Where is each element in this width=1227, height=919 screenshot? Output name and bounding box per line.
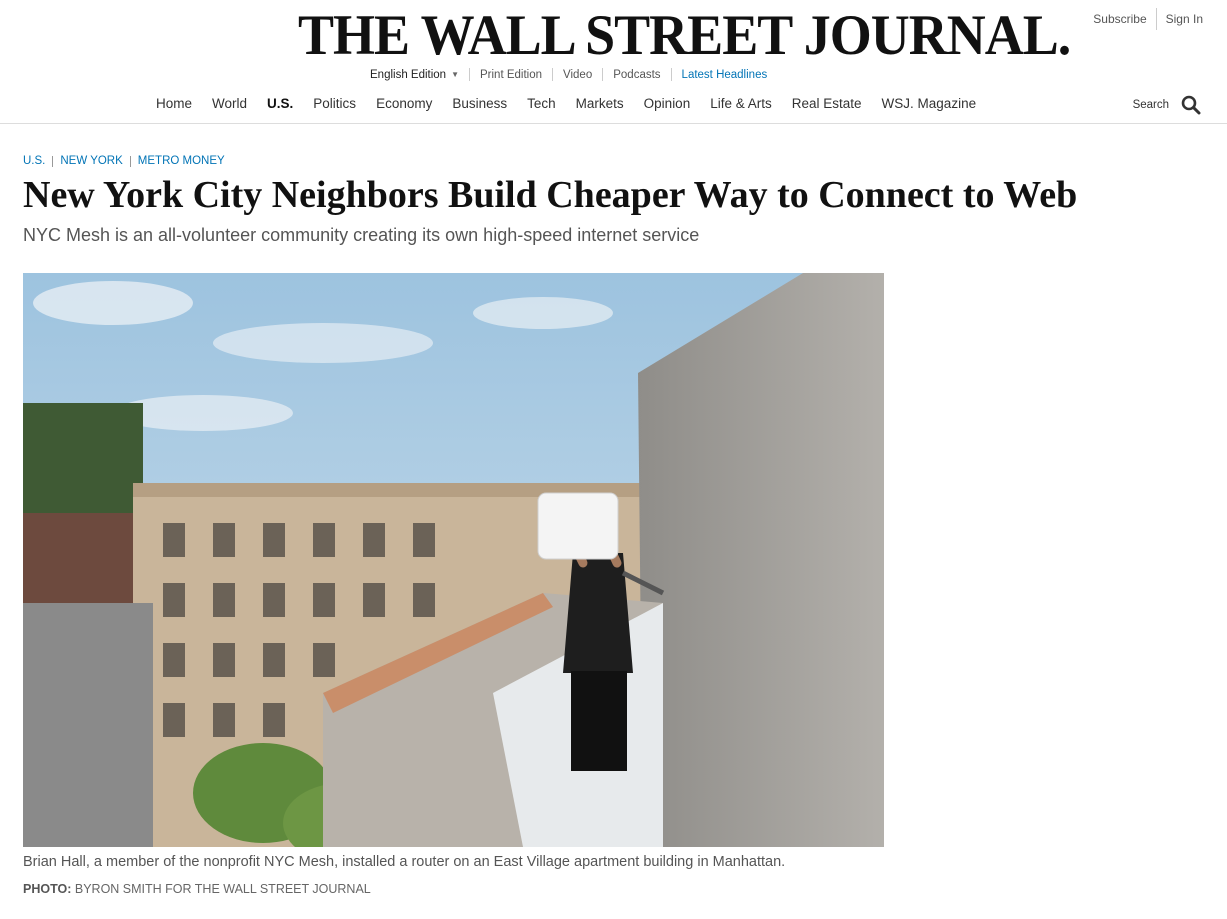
print-edition-link[interactable]: Print Edition bbox=[480, 69, 542, 81]
main-navigation: Home World U.S. Politics Economy Busines… bbox=[156, 96, 996, 111]
nav-markets[interactable]: Markets bbox=[576, 96, 624, 111]
divider bbox=[129, 155, 131, 167]
nav-economy[interactable]: Economy bbox=[376, 96, 432, 111]
nav-us[interactable]: U.S. bbox=[267, 96, 293, 111]
nav-life-arts[interactable]: Life & Arts bbox=[710, 96, 772, 111]
search-icon bbox=[1181, 95, 1201, 115]
divider bbox=[52, 155, 54, 167]
article-headline: New York City Neighbors Build Cheaper Wa… bbox=[23, 174, 1078, 216]
search-button[interactable]: Search bbox=[1133, 95, 1201, 115]
divider bbox=[602, 68, 604, 81]
caret-down-icon: ▼ bbox=[451, 70, 459, 79]
breadcrumb-us[interactable]: U.S. bbox=[23, 155, 45, 167]
photo-credit-label: PHOTO: bbox=[23, 882, 72, 896]
podcasts-link[interactable]: Podcasts bbox=[613, 69, 660, 81]
nav-real-estate[interactable]: Real Estate bbox=[792, 96, 862, 111]
nav-wsj-magazine[interactable]: WSJ. Magazine bbox=[882, 96, 977, 111]
nav-politics[interactable]: Politics bbox=[313, 96, 356, 111]
article-photo[interactable] bbox=[23, 273, 884, 847]
edition-dropdown[interactable]: English Edition ▼ bbox=[370, 69, 459, 81]
edition-label: English Edition bbox=[370, 68, 447, 81]
header-divider bbox=[0, 123, 1227, 124]
breadcrumb-new-york[interactable]: NEW YORK bbox=[60, 155, 122, 167]
photo-credit: PHOTO: BYRON SMITH FOR THE WALL STREET J… bbox=[23, 882, 371, 896]
latest-headlines-link[interactable]: Latest Headlines bbox=[682, 69, 768, 81]
rooftop-photo-illustration bbox=[23, 273, 884, 847]
nav-home[interactable]: Home bbox=[156, 96, 192, 111]
nav-tech[interactable]: Tech bbox=[527, 96, 556, 111]
video-link[interactable]: Video bbox=[563, 69, 592, 81]
breadcrumb-metro-money[interactable]: METRO MONEY bbox=[138, 155, 225, 167]
nav-business[interactable]: Business bbox=[452, 96, 507, 111]
photo-caption: Brian Hall, a member of the nonprofit NY… bbox=[23, 854, 786, 870]
sub-navigation: English Edition ▼ Print Edition Video Po… bbox=[370, 68, 767, 81]
divider bbox=[1155, 8, 1157, 30]
photo-credit-text: BYRON SMITH FOR THE WALL STREET JOURNAL bbox=[74, 882, 371, 896]
divider bbox=[552, 68, 554, 81]
nav-world[interactable]: World bbox=[212, 96, 247, 111]
subscribe-link[interactable]: Subscribe bbox=[1093, 12, 1146, 26]
divider bbox=[670, 68, 672, 81]
masthead-logo[interactable]: THE WALL STREET JOURNAL. bbox=[298, 5, 1071, 66]
sign-in-link[interactable]: Sign In bbox=[1166, 12, 1203, 26]
search-label: Search bbox=[1132, 99, 1169, 111]
divider bbox=[469, 68, 470, 81]
account-links: Subscribe Sign In bbox=[1093, 8, 1203, 30]
breadcrumb: U.S. NEW YORK METRO MONEY bbox=[23, 155, 225, 167]
nav-opinion[interactable]: Opinion bbox=[644, 96, 691, 111]
article-dek: NYC Mesh is an all-volunteer community c… bbox=[23, 225, 700, 245]
